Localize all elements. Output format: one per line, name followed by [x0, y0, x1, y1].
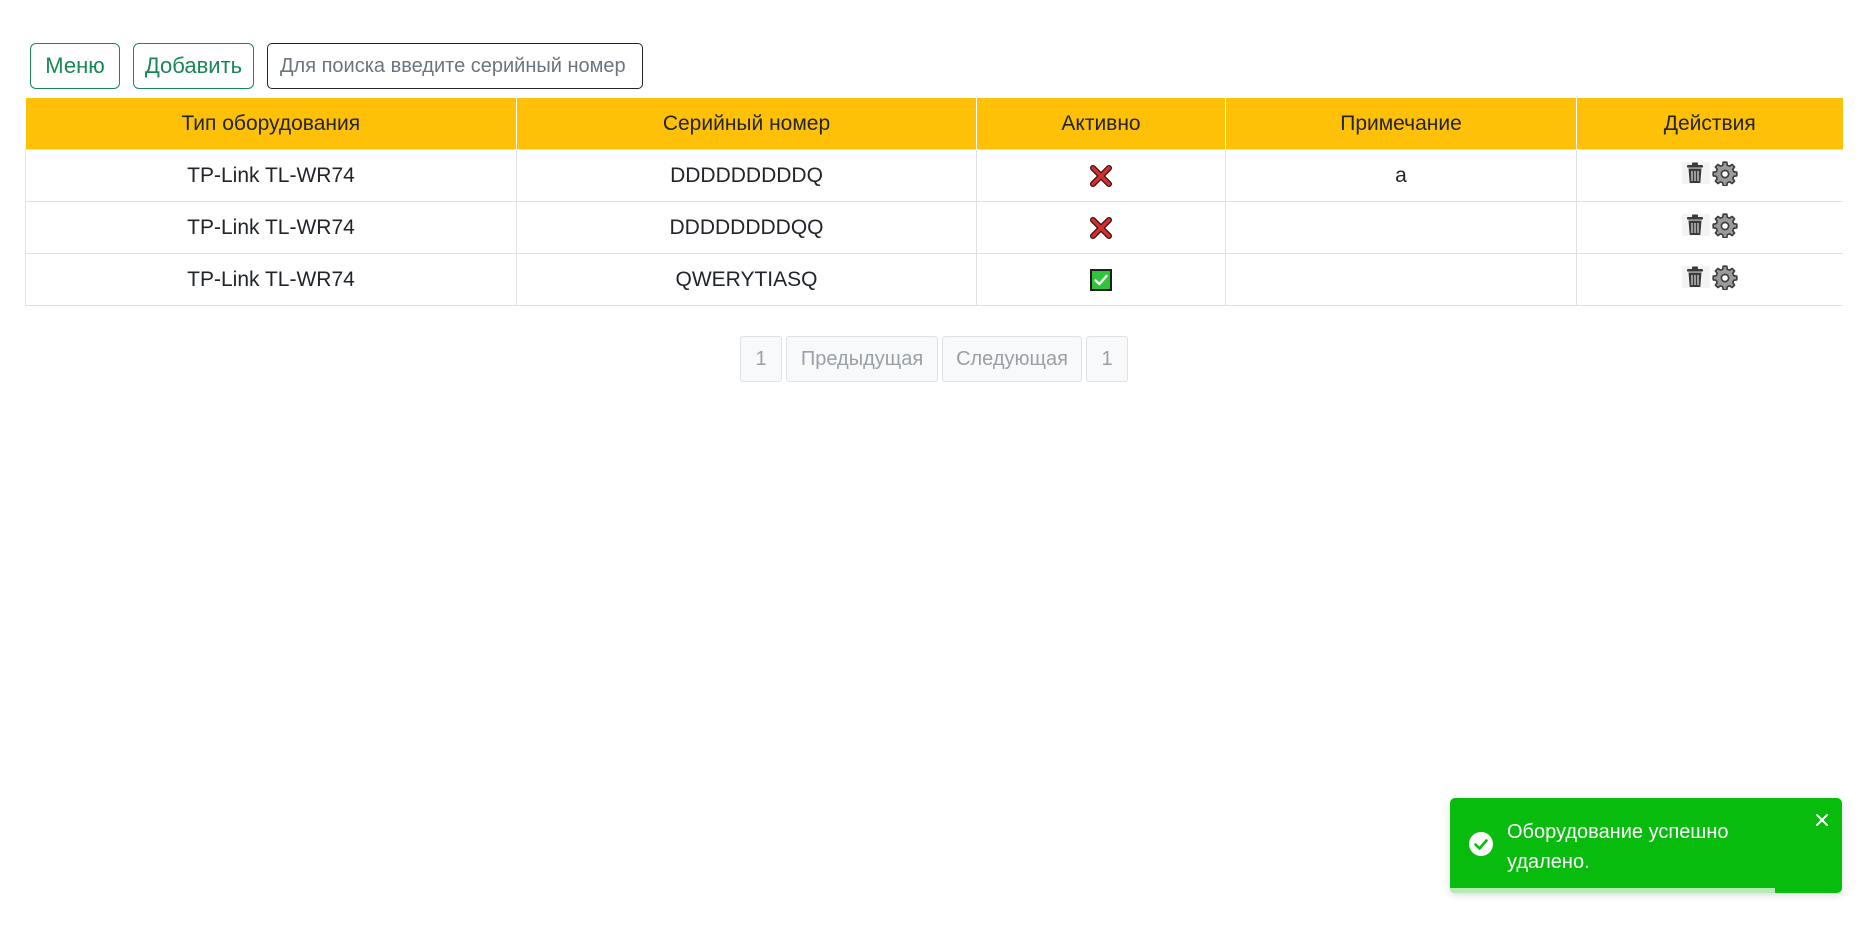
cell-note: a — [1225, 149, 1577, 202]
trash-icon[interactable] — [1682, 212, 1708, 238]
cell-note — [1225, 201, 1577, 254]
cell-actions — [1576, 149, 1843, 202]
cell-serial: DDDDDDDDDQ — [516, 149, 977, 202]
column-header-serial[interactable]: Серийный номер — [516, 98, 977, 150]
page-first-button[interactable]: 1 — [740, 336, 782, 382]
gear-icon[interactable] — [1712, 212, 1738, 238]
pagination: 1 Предыдущая Следующая 1 — [740, 336, 1128, 382]
cell-active — [976, 253, 1226, 306]
cell-serial: DDDDDDDDQQ — [516, 201, 977, 254]
add-button[interactable]: Добавить — [133, 43, 254, 89]
cell-type: TP-Link TL-WR74 — [25, 149, 517, 202]
check-circle-icon — [1469, 832, 1493, 856]
page-last-button[interactable]: 1 — [1086, 336, 1128, 382]
page-prev-button[interactable]: Предыдущая — [786, 336, 938, 382]
close-icon[interactable] — [1814, 812, 1830, 828]
row-actions — [1681, 159, 1738, 186]
cell-type: TP-Link TL-WR74 — [25, 253, 517, 306]
menu-button[interactable]: Меню — [30, 43, 120, 89]
gear-icon[interactable] — [1712, 264, 1738, 290]
cell-note — [1225, 253, 1577, 306]
toast-message: Оборудование успешно удалено. — [1507, 821, 1729, 873]
red-x-icon — [1090, 216, 1112, 239]
cell-actions — [1576, 201, 1843, 254]
cell-type: TP-Link TL-WR74 — [25, 201, 517, 254]
column-header-type[interactable]: Тип оборудования — [25, 98, 517, 150]
toolbar: Меню Добавить — [30, 40, 643, 92]
column-header-note[interactable]: Примечание — [1225, 98, 1577, 150]
success-toast[interactable]: Оборудование успешно удалено. — [1450, 798, 1842, 893]
equipment-table: Тип оборудования Серийный номер Активно … — [25, 98, 1843, 306]
column-header-active[interactable]: Активно — [976, 98, 1226, 150]
trash-icon[interactable] — [1682, 160, 1708, 186]
trash-icon[interactable] — [1682, 264, 1708, 290]
page-next-button[interactable]: Следующая — [942, 336, 1082, 382]
cell-active — [976, 201, 1226, 254]
cell-actions — [1576, 253, 1843, 306]
table-header-row: Тип оборудования Серийный номер Активно … — [25, 98, 1843, 150]
green-check-icon — [1090, 268, 1112, 291]
table-body: TP-Link TL-WR74 DDDDDDDDDQ a TP-Link TL-WR7… — [25, 149, 1843, 306]
row-actions — [1681, 211, 1738, 238]
cell-serial: QWERYTIASQ — [516, 253, 977, 306]
toast-progress-bar — [1450, 888, 1776, 893]
gear-icon[interactable] — [1712, 160, 1738, 186]
row-actions — [1681, 263, 1738, 290]
table-row: TP-Link TL-WR74 QWERYTIASQ — [25, 253, 1843, 306]
red-x-icon — [1090, 164, 1112, 187]
column-header-actions: Действия — [1576, 98, 1843, 150]
table-row: TP-Link TL-WR74 DDDDDDDDQQ — [25, 201, 1843, 254]
table-row: TP-Link TL-WR74 DDDDDDDDDQ a — [25, 149, 1843, 202]
cell-active — [976, 149, 1226, 202]
search-input[interactable] — [267, 43, 643, 89]
